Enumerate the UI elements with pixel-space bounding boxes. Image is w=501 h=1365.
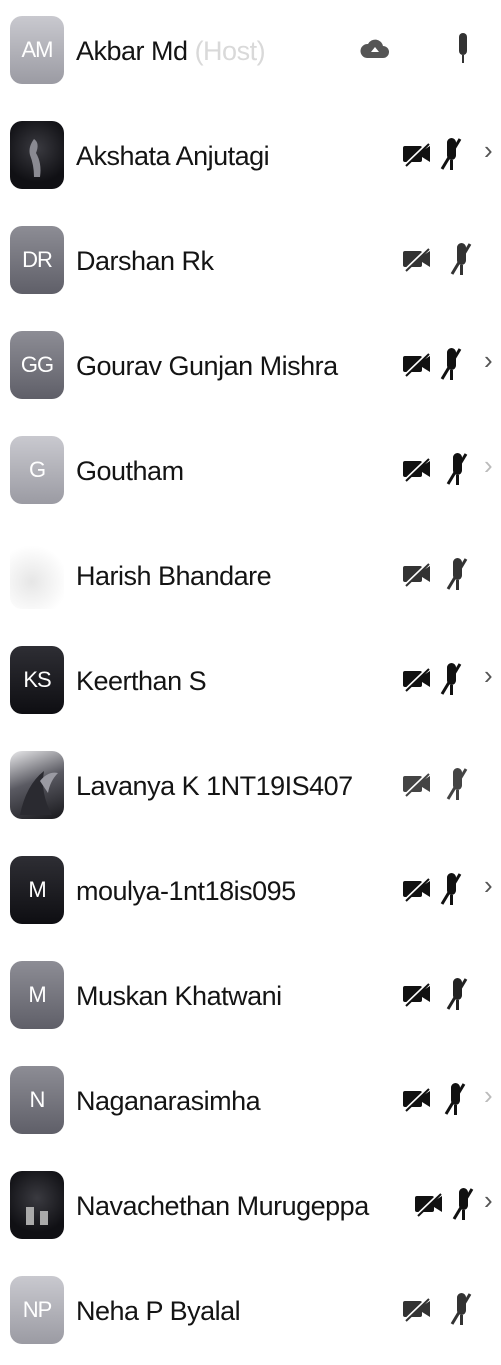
participant-name: Lavanya K 1NT19IS407 — [76, 771, 353, 801]
avatar-initials: M — [28, 877, 46, 902]
avatar-initials: KS — [23, 667, 51, 692]
avatar — [10, 121, 64, 189]
avatar-initials: AM — [21, 37, 54, 62]
chevron-right-icon[interactable]: › — [484, 135, 493, 166]
mic-off-icon[interactable] — [440, 870, 462, 910]
video-off-icon[interactable] — [402, 771, 432, 797]
participant-row[interactable]: N Naganarasimha › — [0, 1050, 501, 1155]
participant-row[interactable]: M moulya-1nt18is095 › — [0, 840, 501, 945]
avatar: KS — [10, 646, 64, 714]
avatar: G — [10, 436, 64, 504]
participant-name: moulya-1nt18is095 — [76, 876, 296, 906]
mic-off-icon[interactable] — [440, 345, 462, 385]
cloud-icon — [360, 39, 389, 58]
participant-row[interactable]: Akshata Anjutagi › — [0, 105, 501, 210]
video-off-icon[interactable] — [414, 1191, 444, 1217]
participant-row[interactable]: Navachethan Murugeppa › — [0, 1155, 501, 1260]
participant-row[interactable]: DR Darshan Rk — [0, 210, 501, 315]
participants-list: AM Akbar Md (Host) Akshata Anjutagi › DR… — [0, 0, 501, 1365]
participant-name: Gourav Gunjan Mishra — [76, 351, 338, 381]
video-off-icon[interactable] — [402, 876, 432, 902]
participant-name: Naganarasimha — [76, 1086, 261, 1116]
avatar: GG — [10, 331, 64, 399]
mic-off-icon[interactable] — [444, 1080, 466, 1120]
chevron-right-icon[interactable]: › — [484, 1080, 493, 1111]
avatar-initials: GG — [20, 352, 54, 377]
mic-icon — [459, 33, 467, 63]
participant-name: Goutham — [76, 456, 184, 486]
participant-role: (Host) — [194, 36, 266, 66]
avatar-initials: N — [29, 1087, 46, 1112]
mic-off-icon[interactable] — [446, 765, 468, 805]
avatar-initials: NP — [22, 1297, 53, 1322]
mic-off-icon[interactable] — [440, 135, 462, 175]
participant-name: Neha P Byalal — [76, 1296, 241, 1326]
avatar — [10, 751, 64, 819]
mic-off-icon[interactable] — [452, 1185, 474, 1225]
chevron-right-icon[interactable]: › — [484, 1185, 493, 1216]
video-off-icon[interactable] — [402, 981, 432, 1007]
chevron-right-icon[interactable]: › — [484, 450, 493, 481]
avatar: AM — [10, 16, 64, 84]
video-off-icon[interactable] — [402, 666, 432, 692]
mic-off-icon[interactable] — [450, 240, 472, 280]
mic-off-icon[interactable] — [446, 555, 468, 595]
participant-row[interactable]: G Goutham › — [0, 420, 501, 525]
video-off-icon[interactable] — [402, 456, 432, 482]
participant-name: Akbar Md — [76, 36, 188, 66]
avatar — [10, 1171, 64, 1239]
participant-row[interactable]: Harish Bhandare — [0, 525, 501, 630]
mic-off-icon[interactable] — [450, 1290, 472, 1330]
mic-off-icon[interactable] — [440, 660, 462, 700]
participant-row[interactable]: KS Keerthan S › — [0, 630, 501, 735]
video-off-icon[interactable] — [402, 1296, 432, 1322]
participant-row[interactable]: NP Neha P Byalal — [0, 1260, 501, 1365]
avatar-initials: G — [28, 457, 46, 482]
participant-row[interactable]: Lavanya K 1NT19IS407 — [0, 735, 501, 840]
chevron-right-icon[interactable]: › — [484, 870, 493, 901]
avatar: DR — [10, 226, 64, 294]
video-off-icon[interactable] — [402, 246, 432, 272]
avatar: N — [10, 1066, 64, 1134]
participant-row[interactable]: M Muskan Khatwani — [0, 945, 501, 1050]
chevron-right-icon[interactable]: › — [484, 345, 493, 376]
chevron-right-icon[interactable]: › — [484, 660, 493, 691]
video-off-icon[interactable] — [402, 351, 432, 377]
participant-name: Darshan Rk — [76, 246, 214, 276]
participant-name: Muskan Khatwani — [76, 981, 282, 1011]
participant-name: Akshata Anjutagi — [76, 141, 270, 171]
avatar-initials: M — [28, 982, 46, 1007]
video-off-icon[interactable] — [402, 1086, 432, 1112]
mic-off-icon[interactable] — [446, 450, 468, 490]
participant-row[interactable]: GG Gourav Gunjan Mishra › — [0, 315, 501, 420]
participant-row[interactable]: AM Akbar Md (Host) — [0, 0, 501, 105]
video-off-icon[interactable] — [402, 561, 432, 587]
avatar: M — [10, 856, 64, 924]
participant-name: Harish Bhandare — [76, 561, 272, 591]
video-off-icon[interactable] — [402, 141, 432, 167]
mic-off-icon[interactable] — [446, 975, 468, 1015]
avatar — [10, 541, 64, 609]
participant-name: Navachethan Murugeppa — [76, 1191, 369, 1221]
participant-name: Keerthan S — [76, 666, 207, 696]
avatar: M — [10, 961, 64, 1029]
avatar-initials: DR — [22, 247, 53, 272]
avatar: NP — [10, 1276, 64, 1344]
